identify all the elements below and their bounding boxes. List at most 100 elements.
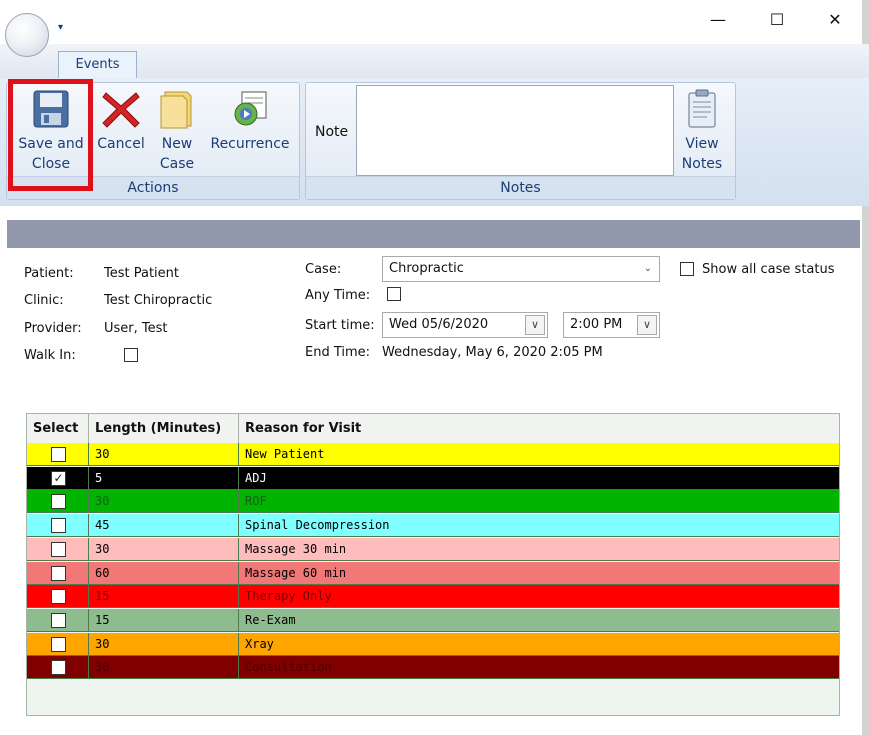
close-button[interactable]: ✕ — [812, 4, 858, 36]
cancel-label: Cancel — [97, 136, 145, 152]
row-select-checkbox[interactable] — [51, 565, 66, 581]
recurrence-button[interactable]: Recurrence — [210, 88, 290, 154]
case-label: Case: — [305, 262, 342, 277]
new-case-label-line1: New — [161, 136, 193, 152]
any-time-checkbox[interactable] — [387, 287, 401, 301]
red-x-icon — [101, 88, 141, 130]
notes-group-label: Notes — [306, 176, 735, 199]
note-textarea[interactable] — [356, 85, 674, 176]
view-notes-label-line1: View — [685, 136, 719, 152]
cancel-button[interactable]: Cancel — [96, 88, 146, 154]
length-cell: 30 — [89, 537, 239, 560]
clinic-value: Test Chiropractic — [104, 293, 213, 308]
application-menu-orb[interactable] — [5, 13, 49, 57]
reason-cell: Re-Exam — [245, 612, 296, 627]
clipboard-icon — [682, 88, 722, 130]
walk-in-checkbox[interactable] — [124, 348, 138, 362]
clinic-label: Clinic: — [24, 293, 64, 308]
start-date-value: Wed 05/6/2020 — [389, 317, 489, 332]
select-cell — [27, 490, 89, 513]
select-cell: ✓ — [27, 466, 89, 489]
reason-cell: New Patient — [245, 447, 325, 461]
note-label: Note — [315, 124, 349, 140]
select-cell — [27, 561, 89, 584]
section-header-bar — [7, 220, 860, 248]
start-date-picker[interactable]: Wed 05/6/2020 ∨ — [382, 312, 548, 338]
show-all-case-status-checkbox[interactable] — [680, 262, 694, 276]
row-select-checkbox[interactable] — [51, 447, 66, 462]
select-cell — [27, 537, 89, 560]
table-row[interactable]: 30 ROF — [27, 490, 839, 514]
reason-cell: Therapy Only — [245, 589, 332, 604]
table-row[interactable]: 30 Consultation — [27, 656, 839, 680]
table-row[interactable]: 15 Re-Exam — [27, 608, 839, 632]
view-notes-button[interactable]: View Notes — [680, 88, 724, 174]
minimize-button[interactable]: — — [695, 4, 741, 36]
column-header-reason[interactable]: Reason for Visit — [239, 414, 839, 443]
length-cell: 30 — [89, 443, 239, 465]
reason-cell: ROF — [245, 494, 267, 509]
show-all-case-status-label: Show all case status — [702, 262, 835, 277]
end-time-label: End Time: — [305, 345, 371, 360]
table-row[interactable]: 30 Xray — [27, 632, 839, 656]
column-header-select[interactable]: Select — [27, 414, 89, 443]
any-time-label: Any Time: — [305, 288, 371, 303]
table-row[interactable]: 15 Therapy Only — [27, 585, 839, 609]
select-cell — [27, 656, 89, 679]
grid-header: Select Length (Minutes) Reason for Visit — [27, 414, 839, 444]
recurrence-calendar-icon — [230, 88, 270, 130]
row-select-checkbox[interactable] — [51, 541, 66, 557]
patient-value: Test Patient — [104, 266, 179, 281]
chevron-down-icon: ⌄ — [643, 263, 653, 274]
row-select-checkbox[interactable] — [51, 518, 66, 534]
length-cell: 15 — [89, 608, 239, 631]
length-cell: 30 — [89, 490, 239, 513]
new-case-label-line2: Case — [159, 156, 195, 172]
end-time-value: Wednesday, May 6, 2020 2:05 PM — [382, 345, 603, 360]
row-select-checkbox[interactable] — [51, 589, 66, 605]
start-time-select[interactable]: 2:00 PM ∨ — [563, 312, 660, 338]
reason-cell: ADJ — [245, 470, 267, 485]
length-cell: 30 — [89, 656, 239, 679]
provider-label: Provider: — [24, 321, 82, 336]
table-row[interactable]: ✓ 5 ADJ — [27, 466, 839, 490]
time-dropdown-chevron-icon[interactable]: ∨ — [637, 315, 657, 335]
length-cell: 45 — [89, 514, 239, 537]
save-button-highlight-box — [8, 79, 93, 191]
quick-access-toolbar-dropdown-icon[interactable]: ▾ — [58, 22, 63, 33]
reason-cell: Xray — [245, 636, 274, 651]
recurrence-label: Recurrence — [210, 136, 290, 152]
table-row[interactable]: 60 Massage 60 min — [27, 561, 839, 585]
reason-cell: Consultation — [245, 660, 332, 675]
start-time-value: 2:00 PM — [570, 317, 623, 332]
date-dropdown-chevron-icon[interactable]: ∨ — [525, 315, 545, 335]
column-header-length[interactable]: Length (Minutes) — [89, 414, 239, 443]
reason-cell: Massage 60 min — [245, 565, 347, 580]
tab-events[interactable]: Events — [58, 51, 137, 79]
row-select-checkbox[interactable]: ✓ — [51, 470, 66, 486]
select-cell — [27, 585, 89, 608]
length-cell: 15 — [89, 585, 239, 608]
table-row[interactable]: 30 New Patient — [27, 443, 839, 466]
select-cell — [27, 632, 89, 655]
row-select-checkbox[interactable] — [51, 494, 66, 510]
new-case-button[interactable]: New Case — [154, 88, 200, 174]
start-time-label: Start time: — [305, 318, 375, 333]
provider-value: User, Test — [104, 321, 168, 336]
reason-cell: Massage 30 min — [245, 541, 347, 556]
table-row[interactable]: 30 Massage 30 min — [27, 537, 839, 561]
select-cell — [27, 514, 89, 537]
row-select-checkbox[interactable] — [51, 660, 66, 676]
walk-in-label: Walk In: — [24, 348, 76, 363]
maximize-button[interactable]: ☐ — [754, 4, 800, 36]
case-select[interactable]: Chropractic ⌄ — [382, 256, 660, 282]
view-notes-label-line2: Notes — [681, 156, 723, 172]
length-cell: 60 — [89, 561, 239, 584]
row-select-checkbox[interactable] — [51, 636, 66, 652]
row-select-checkbox[interactable] — [51, 612, 66, 628]
patient-label: Patient: — [24, 266, 74, 281]
select-cell — [27, 608, 89, 631]
reason-cell: Spinal Decompression — [245, 518, 390, 533]
select-cell — [27, 443, 89, 465]
table-row[interactable]: 45 Spinal Decompression — [27, 514, 839, 538]
